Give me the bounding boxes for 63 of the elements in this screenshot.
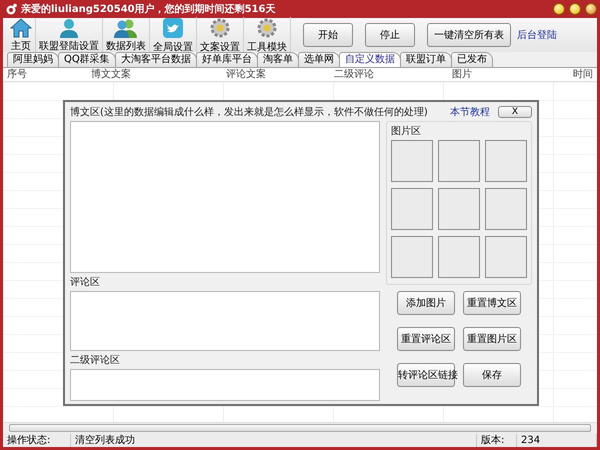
column-header[interactable]: 评论文案 bbox=[192, 68, 300, 81]
dialog-button[interactable]: 添加图片 bbox=[397, 291, 455, 315]
picture-area-label: 图片区 bbox=[391, 124, 422, 138]
close-button[interactable]: X bbox=[498, 106, 532, 118]
sub-comment-area-label: 二级评论区 bbox=[70, 354, 121, 367]
status-label: 操作状态: bbox=[3, 434, 71, 446]
status-message: 清空列表成功 bbox=[71, 434, 477, 446]
column-header[interactable]: 图片 bbox=[408, 68, 516, 81]
tutorial-link[interactable]: 本节教程 bbox=[450, 105, 490, 119]
column-header[interactable]: 博文文案 bbox=[30, 68, 192, 81]
admin-login-link[interactable]: 后台登陆 bbox=[517, 28, 557, 42]
picture-slot[interactable] bbox=[438, 140, 480, 182]
tab[interactable]: 淘客单 bbox=[256, 52, 299, 67]
toolbar-item[interactable]: 联盟登陆设置 bbox=[39, 38, 99, 52]
minimize-button[interactable] bbox=[553, 3, 565, 15]
tab[interactable]: 联盟订单 bbox=[400, 52, 452, 67]
toolbar-item[interactable]: 主页 bbox=[11, 38, 31, 52]
picture-slot[interactable] bbox=[485, 140, 527, 182]
picture-slot[interactable] bbox=[391, 140, 433, 182]
sub-comment-text-area[interactable] bbox=[70, 369, 380, 401]
version-number: 234 bbox=[517, 434, 597, 446]
dialog-button[interactable]: 重置评论区 bbox=[397, 327, 455, 351]
dialog-button[interactable]: 保存 bbox=[463, 363, 521, 387]
picture-slot[interactable] bbox=[485, 188, 527, 230]
tab[interactable]: 大淘客平台数据 bbox=[114, 52, 197, 67]
picture-slot[interactable] bbox=[438, 236, 480, 278]
close-button[interactable] bbox=[585, 3, 597, 15]
tab[interactable]: 阿里妈妈 bbox=[7, 52, 59, 67]
toolbar-item[interactable]: 全局设置 bbox=[153, 40, 193, 54]
dialog-button[interactable]: 重置博文区 bbox=[463, 291, 521, 315]
toolbar-button[interactable]: 开始 bbox=[303, 23, 353, 47]
tab[interactable]: 选单网 bbox=[298, 52, 340, 67]
horizontal-scrollbar[interactable] bbox=[3, 422, 597, 433]
post-area-label: 博文区(这里的数据编辑成什么样，发出来就是怎么样显示，软件不做任何的处理) bbox=[70, 106, 428, 119]
picture-slot[interactable] bbox=[391, 236, 433, 278]
tab[interactable]: 已发布 bbox=[450, 52, 493, 67]
bird-icon bbox=[162, 16, 184, 38]
column-header[interactable]: 序号 bbox=[3, 68, 30, 81]
tab[interactable]: 好单库平台 bbox=[196, 52, 258, 67]
user-icon bbox=[58, 18, 80, 38]
window-title: 亲爱的liuliang520540用户，您的到期时间还剩516天 bbox=[21, 2, 276, 16]
tab[interactable]: 自定义数据 bbox=[338, 52, 401, 67]
comment-text-area[interactable] bbox=[70, 291, 380, 351]
toolbar-item[interactable]: 文案设置 bbox=[200, 40, 240, 54]
toolbar-button[interactable]: 一键清空所有表 bbox=[427, 23, 511, 47]
column-header[interactable]: 时间 bbox=[516, 68, 597, 81]
picture-slot[interactable] bbox=[485, 236, 527, 278]
version-label: 版本: bbox=[477, 434, 517, 446]
users-icon bbox=[114, 18, 138, 38]
toolbar-item[interactable]: 工具模块 bbox=[247, 40, 287, 54]
app-logo-icon bbox=[5, 3, 17, 15]
picture-slot[interactable] bbox=[391, 188, 433, 230]
picture-slot[interactable] bbox=[438, 188, 480, 230]
maximize-button[interactable] bbox=[569, 3, 581, 15]
gear-icon bbox=[256, 16, 278, 38]
toolbar-button[interactable]: 停止 bbox=[365, 23, 415, 47]
comment-area-label: 评论区 bbox=[70, 276, 101, 289]
dialog-button[interactable]: 重置图片区 bbox=[463, 327, 521, 351]
toolbar-item[interactable]: 数据列表 bbox=[106, 38, 146, 52]
column-header[interactable]: 二级评论 bbox=[300, 68, 408, 81]
tab[interactable]: QQ群采集 bbox=[58, 52, 116, 67]
gear-icon bbox=[209, 16, 231, 38]
home-icon bbox=[10, 18, 32, 38]
